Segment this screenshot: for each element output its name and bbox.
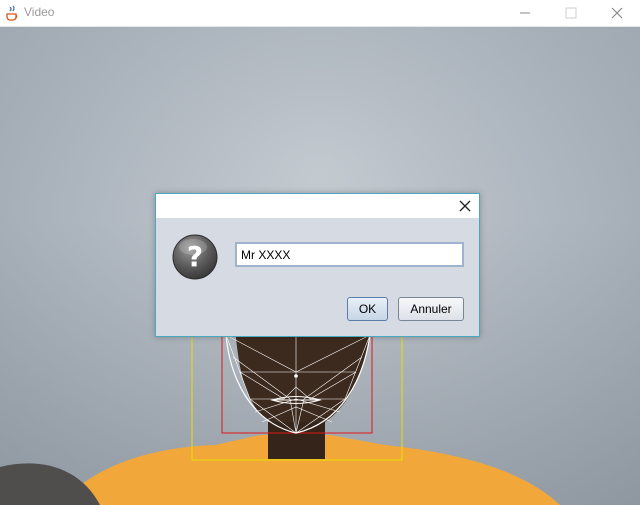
cancel-button[interactable]: Annuler (398, 297, 464, 321)
neck (268, 422, 325, 459)
dialog-close-button[interactable] (457, 198, 473, 214)
window-title: Video (24, 5, 55, 19)
maximize-icon (565, 7, 577, 19)
java-cup-icon (5, 5, 19, 21)
input-dialog: ? OK Annuler (155, 193, 480, 337)
close-icon (459, 200, 471, 212)
minimize-button[interactable] (502, 0, 548, 26)
window-close-button[interactable] (594, 0, 640, 26)
dialog-titlebar (156, 194, 479, 218)
maximize-button[interactable] (548, 0, 594, 26)
question-icon: ? (171, 233, 219, 281)
face (235, 327, 372, 434)
nose-landmark (294, 374, 298, 378)
ok-button[interactable]: OK (347, 297, 388, 321)
window-titlebar: Video (0, 0, 640, 27)
close-icon (611, 7, 623, 19)
name-input[interactable] (235, 242, 464, 267)
svg-text:?: ? (187, 240, 203, 273)
